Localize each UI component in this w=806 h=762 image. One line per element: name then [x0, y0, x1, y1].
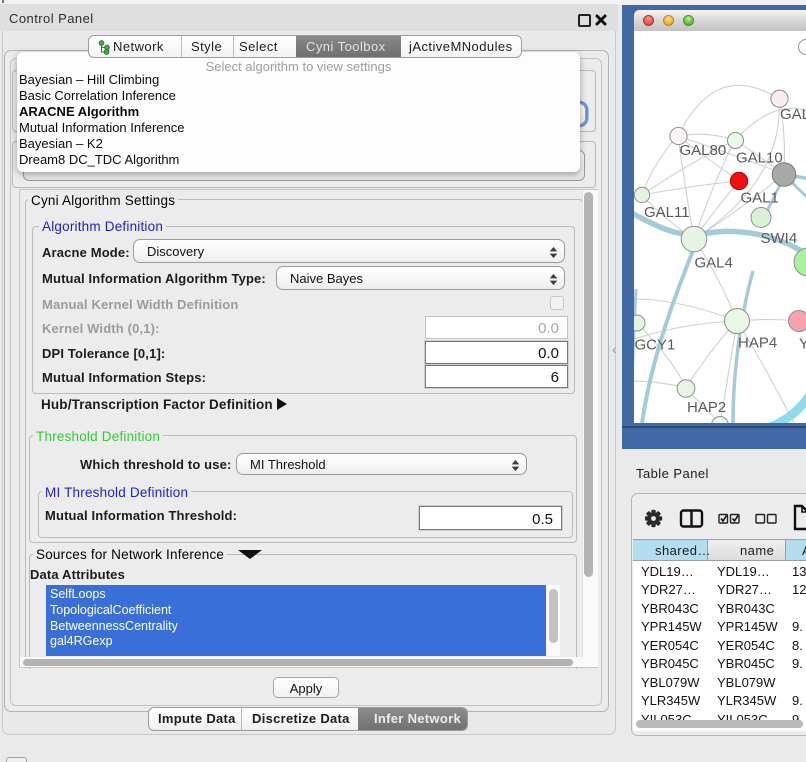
svg-text:Y: Y — [799, 336, 806, 353]
svg-text:HAP4: HAP4 — [738, 335, 777, 352]
svg-text:HAP2: HAP2 — [687, 399, 726, 416]
svg-text:GAL11: GAL11 — [644, 204, 690, 221]
svg-text:GAL: GAL — [780, 106, 806, 123]
svg-text:SWI4: SWI4 — [761, 230, 798, 247]
svg-text:GAL10: GAL10 — [736, 150, 783, 167]
svg-text:GAL80: GAL80 — [680, 142, 727, 159]
svg-text:GAL1: GAL1 — [741, 190, 779, 207]
svg-text:GCY1: GCY1 — [635, 337, 676, 354]
svg-text:GAL4: GAL4 — [695, 255, 733, 272]
